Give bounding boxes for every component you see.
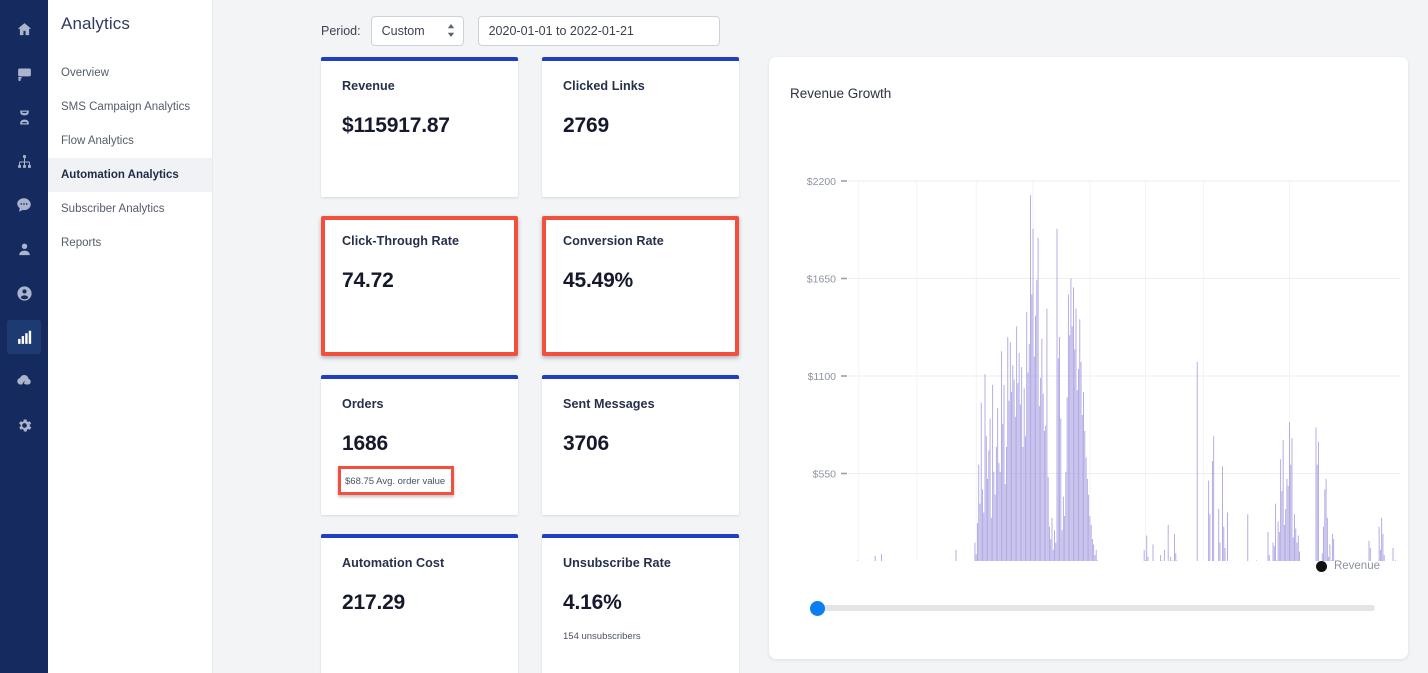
metric-card-sub: $68.75 Avg. order value: [345, 476, 445, 487]
metric-card-sent-messages[interactable]: Sent Messages 3706: [542, 375, 739, 515]
gear-icon[interactable]: [7, 408, 41, 442]
metric-card-value: 3706: [563, 432, 739, 456]
icon-rail: [0, 0, 48, 673]
metric-card-value: $115917.87: [342, 114, 518, 138]
metric-card-value: 74.72: [342, 269, 514, 293]
metric-card-row: Automation Cost 217.29 Unsubscribe Rate …: [321, 534, 741, 673]
sidebar-item-subscriber-analytics[interactable]: Subscriber Analytics: [48, 192, 212, 226]
svg-text:$550: $550: [813, 469, 837, 481]
metric-card-title: Sent Messages: [563, 397, 739, 411]
bar-chart-icon[interactable]: [7, 320, 41, 354]
period-label: Period:: [321, 24, 361, 38]
metric-cards-grid: Revenue $115917.87 Clicked Links 2769 Cl…: [321, 57, 741, 673]
legend-label-revenue: Revenue: [1334, 560, 1380, 572]
metric-card-value: 217.29: [342, 591, 518, 615]
metric-card-title: Automation Cost: [342, 556, 518, 570]
home-icon[interactable]: [7, 12, 41, 46]
chevron-updown-icon: [447, 24, 455, 37]
metric-card-title: Revenue: [342, 79, 518, 93]
period-toolbar: Period: Custom 2020-01-01 to 2022-01-21: [213, 0, 769, 49]
metric-card-clicked-links[interactable]: Clicked Links 2769: [542, 57, 739, 197]
avg-order-value-badge: $68.75 Avg. order value: [338, 466, 454, 495]
cloud-lightning-icon[interactable]: [7, 364, 41, 398]
metric-card-title: Click-Through Rate: [342, 234, 514, 248]
date-range-input[interactable]: 2020-01-01 to 2022-01-21: [478, 16, 720, 46]
date-range-value: 2020-01-01 to 2022-01-21: [489, 24, 634, 38]
metric-card-value: 4.16%: [563, 591, 739, 615]
main-content: Period: Custom 2020-01-01 to 2022-01-21 …: [213, 0, 1428, 673]
metrics-column: Period: Custom 2020-01-01 to 2022-01-21 …: [213, 0, 769, 673]
person-icon[interactable]: [7, 232, 41, 266]
revenue-growth-panel: Revenue Growth $0$550$1100$1650$2200Jan …: [769, 57, 1408, 659]
sidebar-item-reports[interactable]: Reports: [48, 226, 212, 260]
flow-sitemap-icon[interactable]: [7, 144, 41, 178]
sidebar-item-sms-campaign-analytics[interactable]: SMS Campaign Analytics: [48, 90, 212, 124]
chart-title: Revenue Growth: [769, 57, 1408, 101]
metric-card-value: 45.49%: [563, 269, 735, 293]
metric-card-row: Orders 1686 $68.75 Avg. order value Sent…: [321, 375, 741, 515]
svg-text:$1650: $1650: [807, 274, 836, 286]
app-root: Analytics Overview SMS Campaign Analytic…: [0, 0, 1428, 673]
period-select-value: Custom: [382, 24, 425, 38]
metric-card-sub: 154 unsubscribers: [563, 631, 739, 642]
sidebar-nav: Overview SMS Campaign Analytics Flow Ana…: [48, 56, 212, 260]
metric-card-orders[interactable]: Orders 1686 $68.75 Avg. order value: [321, 375, 518, 515]
metric-card-automation-cost[interactable]: Automation Cost 217.29: [321, 534, 518, 673]
svg-text:$2200: $2200: [807, 176, 836, 188]
slider-track[interactable]: [810, 605, 1375, 611]
period-select[interactable]: Custom: [371, 16, 464, 46]
chart-range-slider[interactable]: [810, 600, 1375, 616]
page-title: Analytics: [48, 10, 212, 34]
slider-handle[interactable]: [810, 601, 825, 616]
hourglass-icon[interactable]: [7, 100, 41, 134]
metric-card-title: Orders: [342, 397, 518, 411]
metric-card-title: Clicked Links: [563, 79, 739, 93]
metric-card-value: 2769: [563, 114, 739, 138]
sidebar: Analytics Overview SMS Campaign Analytic…: [48, 0, 213, 673]
legend-dot-revenue: [1316, 561, 1327, 572]
metric-card-row: Click-Through Rate 74.72 Conversion Rate…: [321, 216, 741, 356]
sidebar-item-flow-analytics[interactable]: Flow Analytics: [48, 124, 212, 158]
chart-legend: Revenue: [1316, 560, 1380, 572]
metric-card-title: Conversion Rate: [563, 234, 735, 248]
chart-column: Revenue Growth $0$550$1100$1650$2200Jan …: [769, 0, 1428, 673]
sidebar-item-automation-analytics[interactable]: Automation Analytics: [48, 158, 212, 192]
metric-card-conversion-rate[interactable]: Conversion Rate 45.49%: [542, 216, 739, 356]
account-circle-icon[interactable]: [7, 276, 41, 310]
sidebar-item-overview[interactable]: Overview: [48, 56, 212, 90]
svg-text:$1100: $1100: [808, 371, 837, 383]
metric-card-row: Revenue $115917.87 Clicked Links 2769: [321, 57, 741, 197]
chat-bubble-icon[interactable]: [7, 188, 41, 222]
campaign-icon[interactable]: [7, 56, 41, 90]
metric-card-revenue[interactable]: Revenue $115917.87: [321, 57, 518, 197]
metric-card-click-through-rate[interactable]: Click-Through Rate 74.72: [321, 216, 518, 356]
metric-card-unsubscribe-rate[interactable]: Unsubscribe Rate 4.16% 154 unsubscribers: [542, 534, 739, 673]
revenue-bar-chart: $0$550$1100$1650$2200Jan 23 2020Mar 9 20…: [769, 101, 1408, 561]
metric-card-title: Unsubscribe Rate: [563, 556, 739, 570]
metric-card-value: 1686: [342, 432, 518, 456]
chart-plot-area: $0$550$1100$1650$2200Jan 23 2020Mar 9 20…: [769, 101, 1408, 531]
